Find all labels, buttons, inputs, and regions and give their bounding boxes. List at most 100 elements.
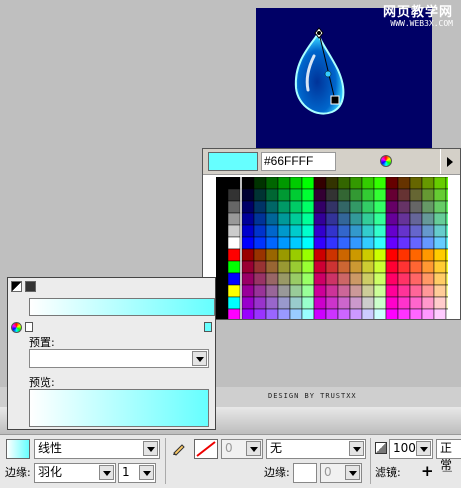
color-swatch[interactable] — [421, 236, 435, 250]
color-swatch[interactable] — [313, 296, 327, 310]
color-swatch[interactable] — [385, 248, 399, 262]
color-swatch[interactable] — [313, 308, 327, 319]
color-swatch[interactable] — [373, 188, 387, 202]
color-swatch[interactable] — [253, 200, 267, 214]
color-swatch[interactable] — [349, 296, 363, 310]
color-swatch[interactable] — [397, 260, 411, 274]
color-swatch[interactable] — [241, 308, 255, 319]
color-swatch[interactable] — [277, 188, 291, 202]
color-swatch[interactable] — [337, 260, 351, 274]
color-swatch[interactable] — [337, 284, 351, 298]
color-swatch[interactable] — [253, 284, 267, 298]
color-swatch[interactable] — [445, 188, 448, 202]
color-swatch[interactable] — [397, 308, 411, 319]
color-swatch[interactable] — [265, 284, 279, 298]
color-swatch[interactable] — [397, 200, 411, 214]
color-swatch[interactable] — [433, 272, 447, 286]
color-swatch[interactable] — [216, 272, 229, 286]
color-swatch[interactable] — [397, 224, 411, 238]
color-swatch[interactable] — [227, 177, 241, 190]
color-swatch[interactable] — [253, 177, 267, 190]
color-swatch[interactable] — [216, 212, 229, 226]
color-swatch[interactable] — [361, 260, 375, 274]
color-swatch[interactable] — [409, 212, 423, 226]
gradient-end-pointer[interactable] — [204, 322, 212, 332]
color-swatch[interactable] — [301, 284, 315, 298]
gradient-bar[interactable] — [29, 298, 215, 316]
color-swatch[interactable] — [397, 284, 411, 298]
color-swatch[interactable] — [301, 260, 315, 274]
color-swatch[interactable] — [445, 284, 448, 298]
color-swatch[interactable] — [253, 308, 267, 319]
color-swatch[interactable] — [265, 177, 279, 190]
color-swatch[interactable] — [349, 248, 363, 262]
color-wheel-icon[interactable] — [380, 155, 392, 167]
color-swatch[interactable] — [421, 177, 435, 190]
color-swatch[interactable] — [433, 296, 447, 310]
color-swatch[interactable] — [337, 296, 351, 310]
color-swatch[interactable] — [265, 308, 279, 319]
color-swatch[interactable] — [289, 224, 303, 238]
color-swatch-grid[interactable] — [216, 177, 448, 319]
canvas-area[interactable] — [256, 8, 432, 154]
color-swatch[interactable] — [445, 224, 448, 238]
hex-color-input[interactable]: #66FFFF — [261, 152, 336, 171]
preset-select[interactable] — [29, 349, 209, 368]
color-swatch[interactable] — [265, 236, 279, 250]
color-swatch[interactable] — [216, 284, 229, 298]
color-swatch[interactable] — [265, 260, 279, 274]
chevron-down-icon[interactable] — [99, 465, 114, 480]
stroke-type-select[interactable]: 无 — [266, 439, 366, 459]
water-drop-shape[interactable] — [256, 8, 432, 154]
color-swatch[interactable] — [301, 212, 315, 226]
color-swatch[interactable] — [277, 212, 291, 226]
color-swatch[interactable] — [373, 224, 387, 238]
color-swatch[interactable] — [265, 296, 279, 310]
color-swatch[interactable] — [373, 248, 387, 262]
color-swatch[interactable] — [277, 272, 291, 286]
color-swatch[interactable] — [421, 308, 435, 319]
color-swatch[interactable] — [265, 224, 279, 238]
color-swatch[interactable] — [253, 248, 267, 262]
color-swatch[interactable] — [325, 284, 339, 298]
color-swatch[interactable] — [361, 200, 375, 214]
color-swatch[interactable] — [289, 248, 303, 262]
color-swatch[interactable] — [373, 308, 387, 319]
color-swatch[interactable] — [445, 212, 448, 226]
color-swatch[interactable] — [227, 212, 241, 226]
color-swatch[interactable] — [241, 236, 255, 250]
stroke-edge-input[interactable] — [293, 463, 317, 483]
color-swatch[interactable] — [241, 188, 255, 202]
color-swatch[interactable] — [277, 260, 291, 274]
color-swatch[interactable] — [253, 224, 267, 238]
color-swatch[interactable] — [289, 272, 303, 286]
color-swatch[interactable] — [337, 188, 351, 202]
stroke-color-chip[interactable] — [194, 439, 218, 459]
color-swatch[interactable] — [313, 260, 327, 274]
color-swatch[interactable] — [385, 236, 399, 250]
color-swatch[interactable] — [373, 236, 387, 250]
color-swatch[interactable] — [253, 272, 267, 286]
color-swatch[interactable] — [349, 224, 363, 238]
color-swatch[interactable] — [421, 200, 435, 214]
color-swatch[interactable] — [433, 200, 447, 214]
chevron-down-icon[interactable] — [143, 441, 158, 456]
color-swatch[interactable] — [241, 212, 255, 226]
color-swatch[interactable] — [433, 236, 447, 250]
color-swatch[interactable] — [385, 260, 399, 274]
stroke-size-select[interactable]: 0 — [221, 439, 263, 459]
color-swatch[interactable] — [385, 224, 399, 238]
color-swatch[interactable] — [301, 200, 315, 214]
chevron-down-icon[interactable] — [416, 441, 431, 456]
color-swatch[interactable] — [241, 272, 255, 286]
color-swatch[interactable] — [337, 272, 351, 286]
color-swatch[interactable] — [421, 272, 435, 286]
fill-color-chip[interactable] — [6, 439, 30, 459]
color-swatch[interactable] — [373, 212, 387, 226]
color-swatch[interactable] — [301, 177, 315, 190]
chevron-down-icon[interactable] — [345, 465, 360, 480]
color-swatch[interactable] — [373, 284, 387, 298]
color-swatch[interactable] — [349, 236, 363, 250]
color-swatch[interactable] — [433, 224, 447, 238]
edge-amount-select[interactable]: 1 — [118, 463, 156, 483]
